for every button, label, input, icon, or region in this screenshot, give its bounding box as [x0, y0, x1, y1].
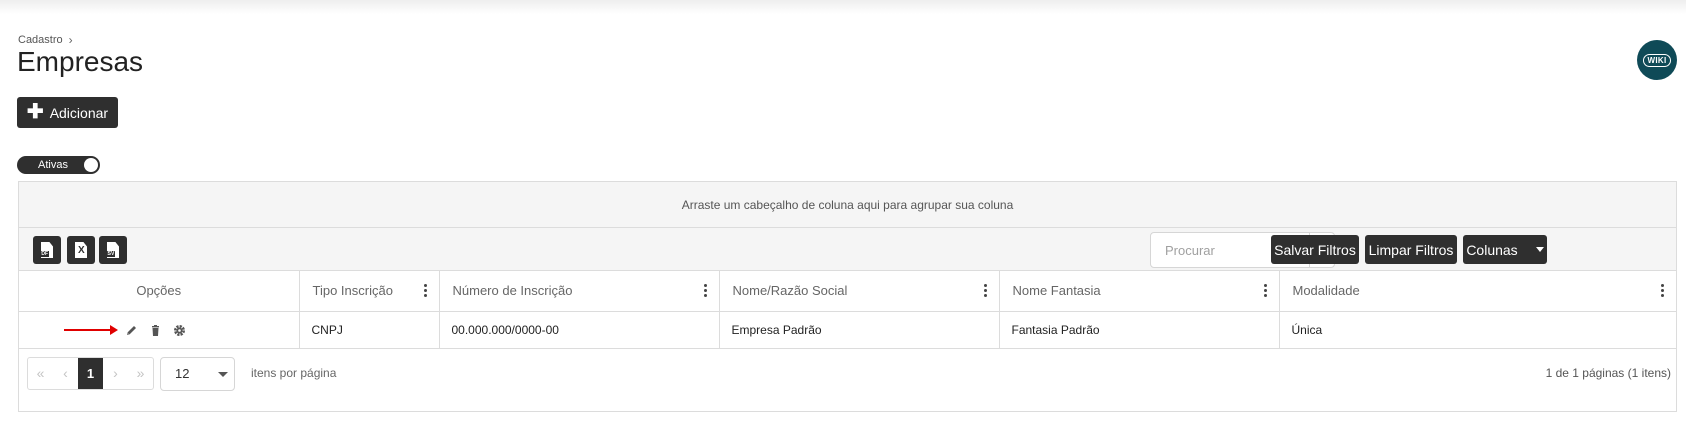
column-header-opcoes[interactable]: Opções [19, 271, 300, 312]
grid-toolbar: PDF X CSV Salvar Filtros Limpar Filtros … [19, 228, 1676, 271]
caret-down-icon [218, 371, 228, 377]
columns-button-label: Colunas [1466, 241, 1518, 258]
ativas-toggle-label: Ativas [38, 159, 68, 171]
red-arrow-annotation [64, 324, 118, 335]
column-header-numero-inscricao[interactable]: Número de Inscrição [439, 271, 720, 312]
column-header-label: Modalidade [1292, 283, 1360, 299]
first-page-button[interactable]: « [28, 358, 53, 389]
ativas-toggle[interactable]: Ativas [17, 156, 100, 174]
row-options-cell [19, 311, 300, 349]
column-header-label: Número de Inscrição [452, 283, 573, 299]
csv-file-icon: CSV [107, 242, 119, 258]
kebab-menu-icon[interactable] [423, 284, 427, 297]
data-grid: Arraste um cabeçalho de coluna aqui para… [18, 181, 1677, 412]
pagination: « ‹ 1 › » 12 itens por página 1 de 1 pág… [19, 349, 1676, 399]
next-page-button[interactable]: › [103, 358, 128, 389]
page-title: Empresas [17, 46, 144, 77]
excel-file-icon: X [75, 242, 87, 258]
column-header-tipo-inscricao[interactable]: Tipo Inscrição [299, 271, 440, 312]
prev-page-button[interactable]: ‹ [53, 358, 78, 389]
cell-numero-inscricao: 00.000.000/0000-00 [439, 311, 720, 349]
kebab-menu-icon[interactable] [983, 284, 987, 297]
column-header-modalidade[interactable]: Modalidade [1279, 271, 1676, 312]
last-page-button[interactable]: » [128, 358, 153, 389]
group-panel-text: Arraste um cabeçalho de coluna aqui para… [681, 197, 1014, 212]
toggle-knob [84, 158, 98, 172]
column-header-nome-fantasia[interactable]: Nome Fantasia [999, 271, 1280, 312]
clear-filters-button[interactable]: Limpar Filtros [1365, 235, 1457, 264]
plus-icon: ✚ [26, 100, 44, 123]
cell-modalidade: Única [1279, 311, 1676, 349]
cell-nome-fantasia: Fantasia Padrão [999, 311, 1280, 349]
save-filters-button[interactable]: Salvar Filtros [1271, 235, 1359, 264]
pencil-icon[interactable] [125, 324, 138, 337]
caret-down-icon [1535, 247, 1544, 252]
columns-button[interactable]: Colunas [1463, 235, 1547, 264]
table-row[interactable]: CNPJ 00.000.000/0000-00 Empresa Padrão F… [19, 311, 1676, 349]
trash-icon[interactable] [149, 324, 162, 337]
breadcrumb: Cadastro › [18, 33, 73, 47]
page-navigator: « ‹ 1 › » [27, 356, 154, 390]
gear-icon[interactable] [173, 324, 186, 337]
breadcrumb-item-cadastro[interactable]: Cadastro [18, 34, 63, 46]
page-size-select[interactable]: 12 [160, 356, 235, 391]
kebab-menu-icon[interactable] [1661, 284, 1664, 297]
chevron-right-icon: › [68, 33, 73, 47]
kebab-menu-icon[interactable] [703, 284, 707, 297]
per-page-label: itens por página [251, 365, 337, 380]
cell-tipo-inscricao: CNPJ [299, 311, 440, 349]
wiki-button[interactable]: WIKI [1637, 40, 1677, 80]
group-panel[interactable]: Arraste um cabeçalho de coluna aqui para… [19, 182, 1676, 228]
column-header-label: Tipo Inscrição [312, 283, 393, 299]
export-pdf-button[interactable]: PDF [33, 236, 61, 264]
header-row: Opções Tipo Inscrição Número de Inscriçã… [19, 271, 1676, 312]
add-button[interactable]: ✚ Adicionar [17, 97, 118, 128]
column-header-nome-razao-social[interactable]: Nome/Razão Social [719, 271, 1000, 312]
cell-nome-razao-social: Empresa Padrão [719, 311, 1000, 349]
page-size-value: 12 [175, 366, 190, 381]
pagination-info: 1 de 1 páginas (1 itens) [1545, 365, 1671, 380]
add-button-label: Adicionar [49, 104, 109, 121]
kebab-menu-icon[interactable] [1263, 284, 1267, 297]
grid-table: Opções Tipo Inscrição Número de Inscriçã… [19, 271, 1676, 349]
page-number-button[interactable]: 1 [78, 357, 103, 389]
export-excel-button[interactable]: X [67, 236, 95, 264]
top-shadow-bar [0, 0, 1686, 14]
export-csv-button[interactable]: CSV [99, 236, 127, 264]
column-header-label: Nome Fantasia [1012, 283, 1101, 299]
pdf-file-icon: PDF [41, 242, 53, 258]
wiki-label: WIKI [1642, 53, 1672, 67]
column-header-label: Nome/Razão Social [732, 283, 848, 299]
